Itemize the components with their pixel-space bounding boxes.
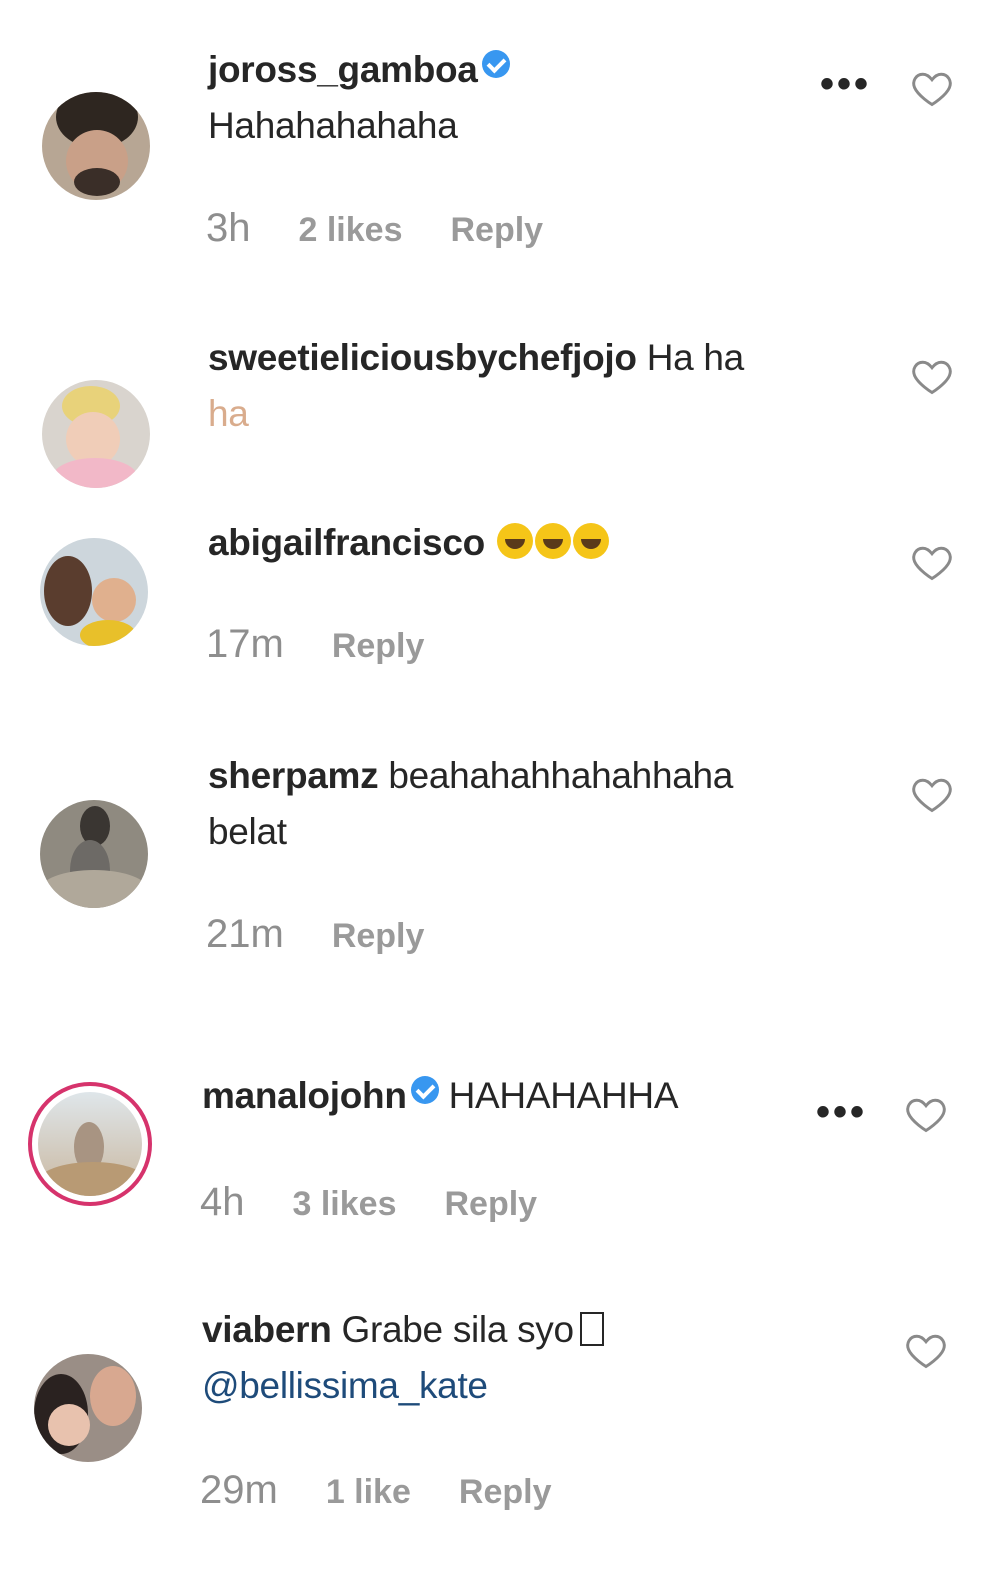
comment-username[interactable]: sherpamz (208, 755, 379, 796)
comment-text: beahahahhahahhaha (388, 755, 734, 796)
comment-text: Grabe sila syo (341, 1309, 575, 1350)
verified-badge-icon (481, 50, 510, 78)
comment-text: HAHAHAHHA (448, 1075, 679, 1116)
missing-glyph-icon (579, 1312, 604, 1346)
avatar[interactable] (34, 1354, 142, 1462)
laughing-emoji-icon (534, 523, 571, 559)
mention-link[interactable]: @bellissima_kate (202, 1365, 488, 1406)
more-options-icon[interactable]: ••• (820, 62, 871, 107)
avatar[interactable] (42, 92, 150, 200)
heart-outline-icon[interactable] (910, 354, 954, 398)
comment-text-continued: belat (208, 811, 287, 852)
comment-body: abigailfrancisco (208, 515, 840, 571)
heart-outline-icon[interactable] (910, 772, 954, 816)
likes-count[interactable]: 2 likes (299, 211, 403, 250)
comment-time: 29m (200, 1468, 278, 1512)
comment-body: manalojohn HAHAHAHHA (202, 1068, 840, 1124)
avatar[interactable] (40, 800, 148, 908)
verified-badge-icon (410, 1076, 439, 1104)
comment-time: 17m (206, 622, 284, 666)
avatar-with-story-ring[interactable] (28, 1082, 152, 1206)
reply-button[interactable]: Reply (444, 1185, 537, 1224)
likes-count[interactable]: 3 likes (293, 1185, 397, 1224)
laughing-emoji-icon (496, 523, 533, 559)
comment-username[interactable]: sweetieliciousbychefjojo (208, 337, 637, 378)
comment-time: 4h (200, 1180, 245, 1224)
comment-time: 3h (206, 206, 251, 250)
heart-outline-icon[interactable] (910, 66, 954, 110)
comment-meta: 3h 2 likes Reply (206, 206, 543, 251)
reply-button[interactable]: Reply (450, 211, 543, 250)
comment-meta: 29m 1 like Reply (200, 1468, 551, 1513)
comment-username[interactable]: manalojohn (202, 1075, 407, 1116)
comment-text: Hahahahahaha (208, 105, 458, 146)
reply-button[interactable]: Reply (332, 627, 425, 666)
comment-body: joross_gamboa Hahahahahaha (208, 42, 840, 154)
heart-outline-icon[interactable] (910, 540, 954, 584)
comment-meta: 4h 3 likes Reply (200, 1180, 537, 1225)
reply-button[interactable]: Reply (459, 1473, 552, 1512)
comment-username[interactable]: abigailfrancisco (208, 522, 485, 563)
comment-text: Ha ha (646, 337, 745, 378)
laughing-emoji-icon (572, 523, 609, 559)
reply-button[interactable]: Reply (332, 917, 425, 956)
likes-count[interactable]: 1 like (326, 1473, 411, 1512)
comment-username[interactable]: viabern (202, 1309, 332, 1350)
comment-username[interactable]: joross_gamboa (208, 49, 478, 90)
comment-meta: 17m Reply (206, 622, 424, 667)
avatar[interactable] (42, 380, 150, 488)
more-options-icon[interactable]: ••• (816, 1090, 867, 1135)
comment-body: sherpamz beahahahhahahhaha belat (208, 748, 840, 860)
comment-body: sweetieliciousbychefjojo Ha ha ha (208, 330, 840, 442)
avatar[interactable] (40, 538, 148, 646)
comment-text-continued: ha (208, 393, 249, 434)
comment-body: viabern Grabe sila syo @bellissima_kate (202, 1302, 840, 1414)
comment-time: 21m (206, 912, 284, 956)
comment-meta: 21m Reply (206, 912, 424, 957)
heart-outline-icon[interactable] (904, 1328, 948, 1372)
heart-outline-icon[interactable] (904, 1092, 948, 1136)
